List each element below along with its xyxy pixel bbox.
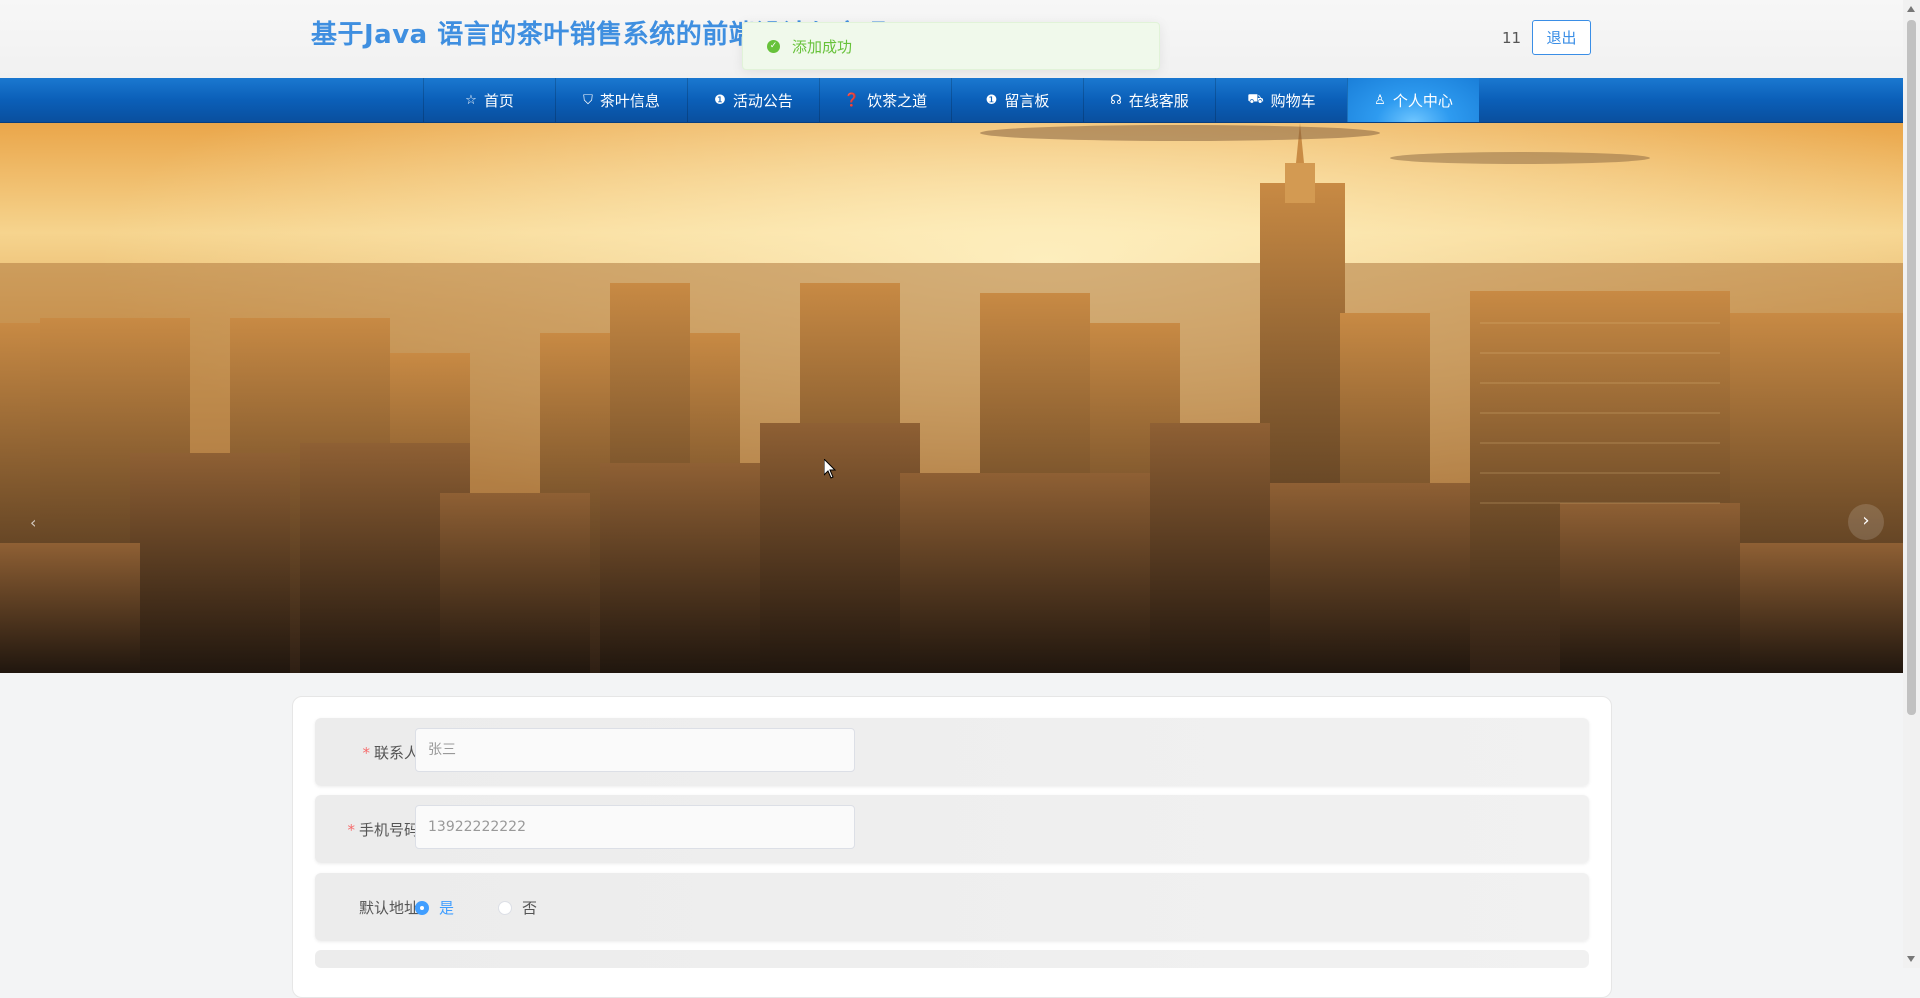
phone-label: * 手机号码 [347, 821, 419, 839]
phone-input[interactable]: 13922222222 [415, 805, 855, 849]
city-skyline-image [0, 123, 1903, 673]
nav-item-cart[interactable]: ⛟ 购物车 [1215, 78, 1347, 122]
radio-yes[interactable]: 是 [415, 897, 454, 918]
user-icon: ♙ [1374, 92, 1386, 108]
main-nav: ☆ 首页 ⛉ 茶叶信息 ❶ 活动公告 ❓ 饮茶之道 ❶ 留言板 ☊ 在线客服 ⛟… [0, 78, 1903, 123]
default-address-label: 默认地址 [358, 899, 419, 917]
contact-label: * 联系人 [362, 744, 419, 762]
nav-item-label: 购物车 [1270, 91, 1316, 110]
form-row-next [315, 950, 1589, 968]
headset-icon: ☊ [1110, 92, 1122, 108]
carousel-banner: ‹ › [0, 123, 1903, 673]
username: 11 [1502, 29, 1522, 47]
scroll-down-arrow-icon[interactable] [1907, 956, 1915, 962]
radio-circle-icon [415, 900, 429, 915]
nav-item-label: 个人中心 [1392, 91, 1453, 110]
carousel-prev-arrow[interactable]: ‹ [30, 513, 36, 532]
form-row-default-address: 默认地址 是 否 [315, 873, 1589, 941]
success-toast: ✓ 添加成功 [742, 22, 1160, 70]
toast-message: 添加成功 [792, 37, 853, 56]
nav-item-home[interactable]: ☆ 首页 [423, 78, 555, 122]
nav-item-tea-culture[interactable]: ❓ 饮茶之道 [819, 78, 951, 122]
mouse-cursor-icon [824, 459, 837, 479]
nav-item-label: 留言板 [1004, 91, 1050, 110]
form-row-contact: * 联系人 张三 [315, 718, 1589, 786]
form-row-phone: * 手机号码 13922222222 [315, 795, 1589, 863]
logout-button[interactable]: 退出 [1532, 20, 1591, 55]
contact-input[interactable]: 张三 [415, 728, 855, 772]
cart-icon: ⛟ [1247, 91, 1264, 107]
nav-item-label: 首页 [483, 91, 514, 110]
question-icon: ❓ [843, 92, 861, 108]
nav-item-tea-info[interactable]: ⛉ 茶叶信息 [555, 78, 687, 122]
nav-item-message-board[interactable]: ❶ 留言板 [951, 78, 1083, 122]
star-icon: ☆ [465, 92, 477, 108]
page-scrollbar[interactable] [1903, 0, 1920, 968]
default-address-radio-group: 是 否 [415, 897, 581, 918]
radio-no[interactable]: 否 [498, 897, 537, 918]
nav-item-label: 活动公告 [732, 91, 793, 110]
info-icon: ❶ [714, 92, 726, 108]
nav-item-announcements[interactable]: ❶ 活动公告 [687, 78, 819, 122]
scrollbar-thumb[interactable] [1907, 20, 1916, 715]
nav-item-label: 茶叶信息 [599, 91, 660, 110]
nav-item-label: 在线客服 [1128, 91, 1189, 110]
nav-item-label: 饮茶之道 [867, 91, 928, 110]
nav-item-personal-center[interactable]: ♙ 个人中心 [1347, 78, 1479, 122]
bag-icon: ⛉ [583, 92, 593, 108]
check-circle-icon: ✓ [767, 39, 780, 53]
carousel-next-arrow[interactable]: › [1848, 504, 1884, 540]
scroll-up-arrow-icon[interactable] [1907, 6, 1915, 12]
nav-item-online-service[interactable]: ☊ 在线客服 [1083, 78, 1215, 122]
info-icon: ❶ [985, 92, 998, 108]
radio-circle-icon [498, 900, 513, 915]
